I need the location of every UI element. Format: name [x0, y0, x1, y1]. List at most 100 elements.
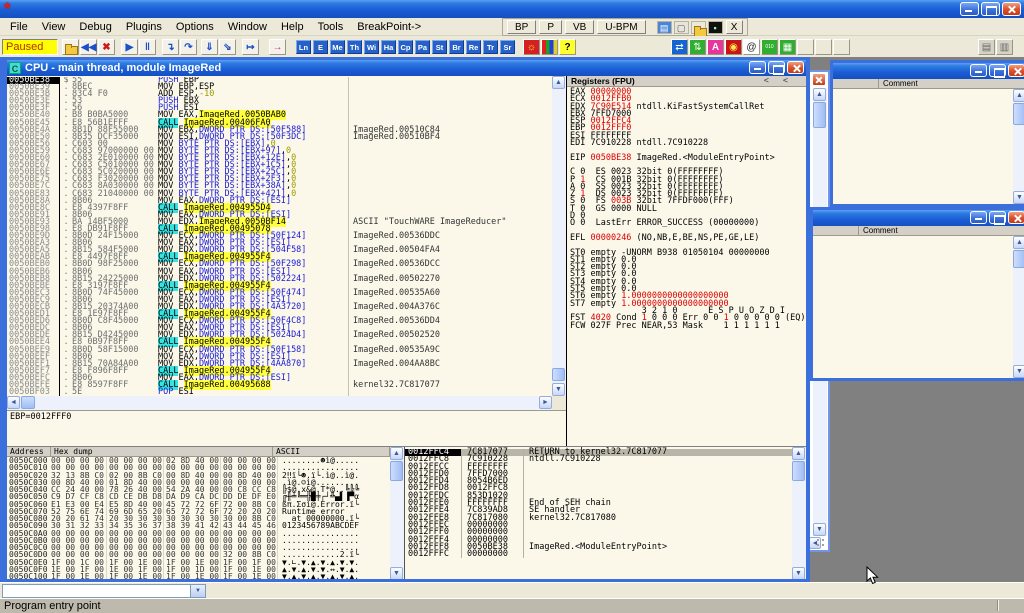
menu-item[interactable]: Options: [169, 21, 221, 33]
window-icon[interactable]: ▤: [657, 21, 672, 34]
list-grid-icon[interactable]: ▥: [996, 39, 1013, 55]
info-pane[interactable]: EBP=0012FFF0: [7, 410, 566, 446]
stack-row[interactable]: 0012FFF80050BE38ImageRed.<ModuleEntryPoi…: [405, 544, 806, 551]
updown-arrows-icon[interactable]: ⇅: [689, 39, 706, 55]
scrollbar[interactable]: ▲ ▼: [1013, 236, 1024, 378]
comment-window-middle[interactable]: Comment ▲ ▼: [810, 207, 1024, 381]
scroll-down-icon[interactable]: ▼: [552, 383, 565, 396]
disabled-button[interactable]: [797, 39, 814, 55]
scroll-down-icon[interactable]: ▼: [1013, 365, 1024, 378]
menu-item[interactable]: BreakPoint->: [350, 21, 428, 33]
column-blank[interactable]: [813, 226, 859, 235]
scroll-right-icon[interactable]: ►: [539, 396, 552, 409]
stack-row[interactable]: 0012FFF000000000: [405, 529, 806, 536]
stack-row[interactable]: 0012FFC87C910228ntdll.7C910228: [405, 456, 806, 463]
dump-header-address[interactable]: Address: [7, 447, 51, 456]
scroll-thumb[interactable]: [390, 461, 403, 481]
viewer-button-re[interactable]: Re: [466, 40, 481, 54]
main-titlebar[interactable]: *: [0, 0, 1024, 18]
scroll-thumb[interactable]: [792, 461, 805, 481]
stack-row[interactable]: 0012FFE87C817080kernel32.7C817080: [405, 515, 806, 522]
dump-header-ascii[interactable]: ASCII: [273, 447, 390, 456]
menu-item[interactable]: Window: [221, 21, 274, 33]
viewer-button-tr[interactable]: Tr: [483, 40, 498, 54]
scroll-thumb[interactable]: [813, 102, 826, 128]
screen-icon[interactable]: ▦: [779, 39, 796, 55]
plugin-button[interactable]: BP: [507, 20, 536, 34]
viewer-button-ln[interactable]: Ln: [296, 40, 311, 54]
menu-item[interactable]: File: [3, 21, 35, 33]
minimize-button[interactable]: [749, 61, 766, 74]
stack-row[interactable]: 0012FFD07FFD7000: [405, 471, 806, 478]
plugin-close-button[interactable]: X: [726, 20, 743, 34]
binary-icon[interactable]: 010: [761, 39, 778, 55]
step-into-icon[interactable]: ↴: [162, 39, 179, 55]
scroll-thumb[interactable]: [21, 396, 35, 409]
minimize-button[interactable]: [970, 211, 987, 224]
cpu-window[interactable]: C CPU - main thread, module ImageRed 005…: [0, 57, 810, 582]
highlight-icon[interactable]: A: [707, 39, 724, 55]
animate-into-icon[interactable]: ⇓: [201, 39, 218, 55]
scrollbar[interactable]: ▲ ▼: [1013, 89, 1024, 204]
page-icon[interactable]: ▢: [674, 21, 689, 34]
fingerprint-icon[interactable]: @: [743, 39, 760, 55]
menu-item[interactable]: Plugins: [119, 21, 169, 33]
close-button[interactable]: [1002, 2, 1021, 16]
disabled-button[interactable]: [815, 39, 832, 55]
dropdown-icon[interactable]: ▼: [190, 585, 205, 597]
viewer-button-cp[interactable]: Cp: [398, 40, 413, 54]
fpu-next-icon[interactable]: <: [783, 76, 802, 86]
close-program-icon[interactable]: ✖: [98, 39, 115, 55]
scroll-up-icon[interactable]: ▲: [552, 76, 565, 89]
plugin-button[interactable]: P: [539, 20, 562, 34]
maximize-button[interactable]: [989, 64, 1006, 77]
close-button[interactable]: [1008, 211, 1024, 224]
stack-row[interactable]: 0012FFC47C817077RETURN to kernel32.7C817…: [405, 449, 806, 456]
folder-icon[interactable]: [691, 21, 706, 34]
dump-row[interactable]: 0050C1001F 00 1E 001F 00 1E 001F 00 1E 0…: [7, 573, 390, 579]
stack-row[interactable]: 0012FFCCFFFFFFFF: [405, 464, 806, 471]
stack-row[interactable]: 0012FFFC00000000: [405, 551, 806, 558]
step-over-icon[interactable]: ↷: [180, 39, 197, 55]
restart-icon[interactable]: ◀◀: [80, 39, 97, 55]
column-headers[interactable]: Comment: [833, 79, 1024, 89]
scroll-down-icon[interactable]: ▼: [390, 567, 403, 579]
scroll-left-icon[interactable]: ◄: [7, 396, 20, 409]
stack-row[interactable]: 0012FFD48054B6ED: [405, 478, 806, 485]
close-button[interactable]: [1008, 64, 1024, 77]
scroll-thumb[interactable]: [1013, 103, 1024, 125]
scroll-up-icon[interactable]: ▲: [1013, 236, 1024, 249]
stack-vscrollbar[interactable]: ▲ ▼: [792, 447, 806, 579]
viewer-button-me[interactable]: Me: [330, 40, 345, 54]
viewer-button-th[interactable]: Th: [347, 40, 362, 54]
menu-item[interactable]: View: [35, 21, 73, 33]
command-input[interactable]: [3, 585, 190, 597]
cpu-titlebar[interactable]: C CPU - main thread, module ImageRed: [7, 60, 806, 76]
close-icon[interactable]: [812, 73, 826, 86]
dump-header-hex[interactable]: Hex dump: [51, 447, 273, 456]
registers-pane[interactable]: Registers (FPU) << EAX 00000000ECX 0012F…: [566, 76, 806, 446]
scroll-thumb[interactable]: [1013, 250, 1024, 268]
goto-icon[interactable]: →: [269, 39, 286, 55]
open-file-icon[interactable]: [62, 39, 79, 55]
stack-row[interactable]: 0012FFEC00000000: [405, 522, 806, 529]
disabled-button[interactable]: [833, 39, 850, 55]
scroll-thumb[interactable]: [552, 368, 565, 381]
comment-window-top-titlebar[interactable]: [833, 63, 1024, 79]
swap-arrows-icon[interactable]: ⇄: [671, 39, 688, 55]
comment-window-middle-titlebar[interactable]: [813, 210, 1024, 226]
scroll-down-icon[interactable]: ▼: [813, 523, 826, 536]
viewer-button-e[interactable]: E: [313, 40, 328, 54]
disassembly-pane[interactable]: 0050BE38$55PUSH EBP0050BE39.8BECMOV EBP,…: [7, 77, 552, 396]
pause-icon[interactable]: ‖: [139, 39, 156, 55]
scroll-up-icon[interactable]: ▲: [1013, 89, 1024, 102]
stack-pane[interactable]: 0012FFC47C817077RETURN to kernel32.7C817…: [404, 447, 806, 579]
restore-button[interactable]: [768, 61, 785, 74]
column-comment[interactable]: Comment: [879, 79, 1024, 88]
execute-till-return-icon[interactable]: ↦: [242, 39, 259, 55]
viewer-button-br[interactable]: Br: [449, 40, 464, 54]
dump-vscrollbar[interactable]: ▲ ▼: [390, 447, 404, 579]
disasm-row[interactable]: 0050BEFE.E8 8597F8FFCALL ImageRed.004956…: [7, 382, 552, 389]
maximize-button[interactable]: [989, 211, 1006, 224]
stack-row[interactable]: 0012FFD80012FFC8: [405, 485, 806, 492]
